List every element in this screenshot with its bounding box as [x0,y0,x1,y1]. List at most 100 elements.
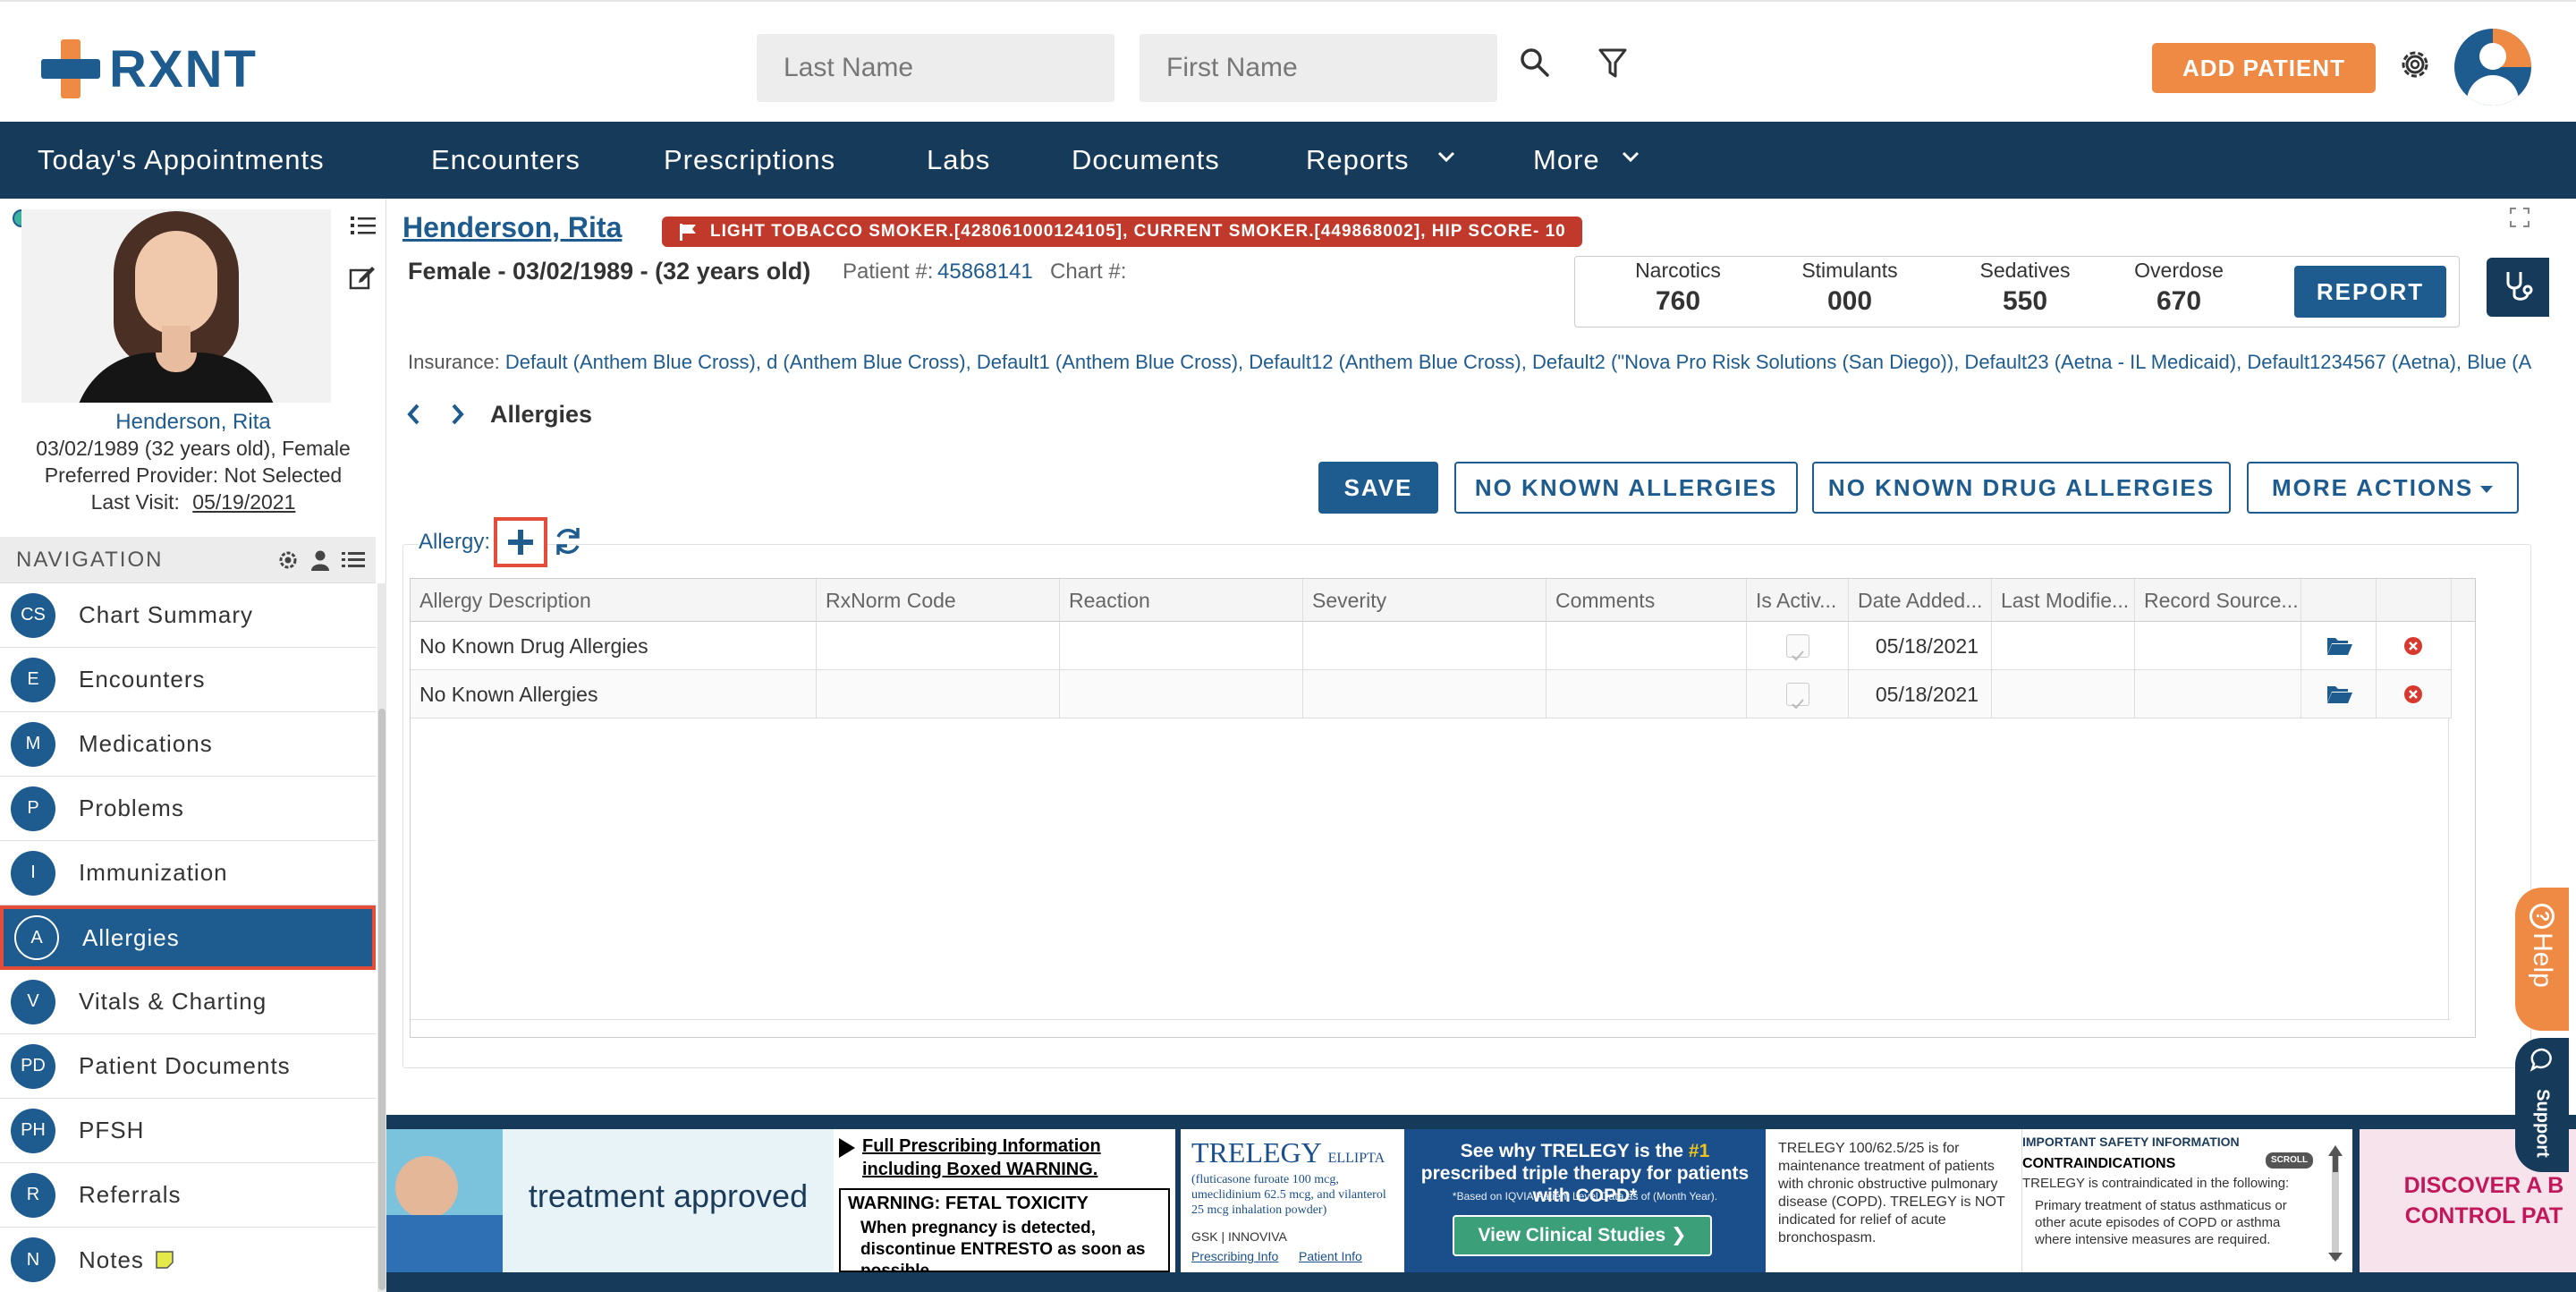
column-header[interactable]: Record Source... [2135,579,2301,622]
edit-icon[interactable] [349,265,376,290]
column-header[interactable]: Date Added... [1849,579,1992,622]
refresh-icon[interactable] [553,526,583,557]
patient-number[interactable]: 45868141 [937,259,1033,285]
column-header[interactable]: Is Activ... [1747,579,1849,622]
nav-reports[interactable]: Reports [1306,122,1410,199]
rxnt-logo[interactable]: RXNT [41,38,258,100]
sidebar-item-label: Notes [79,1245,144,1273]
grid-right-border [2448,718,2449,1019]
add-allergy-button[interactable] [494,517,547,567]
nav-user-icon[interactable] [309,549,331,571]
sidebar-item-abbr: R [11,1172,55,1218]
reports-chevron-down-icon[interactable] [1436,150,1456,163]
delete-icon[interactable] [2403,684,2423,704]
sticky-note-icon[interactable] [155,1250,174,1270]
date-added-cell: 05/18/2021 [1849,622,1992,670]
ad-trelegy[interactable]: TRELEGY ELLIPTA (fluticasone furoate 100… [1181,1129,1766,1272]
ad-swimmer-image [386,1129,503,1272]
more-chevron-down-icon[interactable] [1621,150,1640,163]
ad-trelegy-patient-link[interactable]: Patient Info [1299,1249,1362,1263]
save-button[interactable]: SAVE [1318,462,1438,514]
more-actions-button[interactable]: MORE ACTIONS [2247,462,2519,514]
pdmp-narcotics: Narcotics 760 [1602,259,1754,317]
patient-alert-badge[interactable]: LIGHT TOBACCO SMOKER.[428061000124105], … [662,217,1582,247]
chat-bubble-icon [2529,1048,2552,1072]
filter-icon[interactable] [1597,47,1628,81]
nav-list-icon[interactable] [342,549,365,571]
user-avatar[interactable] [2454,29,2531,106]
column-header[interactable]: Allergy Description [411,579,817,622]
sidebar-item-label: Problems [79,795,184,821]
sidebar-scrollbar[interactable] [377,583,386,1292]
first-name-input[interactable] [1140,34,1497,102]
checkmark-icon [1792,650,1804,661]
pdmp-report-button[interactable]: REPORT [2294,266,2446,318]
folder-open-icon[interactable] [2326,684,2353,704]
ad-entresto-link[interactable]: Full Prescribing Information including B… [862,1135,1166,1181]
expand-icon[interactable] [2510,208,2529,227]
pdmp-box: Narcotics 760 Stimulants 000 Sedatives 5… [1574,256,2460,327]
sidebar-item-pfsh[interactable]: PH PFSH [0,1099,376,1163]
insurance-list[interactable]: Default (Anthem Blue Cross), d (Anthem B… [505,351,2531,373]
nav-documents[interactable]: Documents [1072,122,1220,199]
last-visit: Last Visit: 05/19/2021 [0,490,386,514]
comments-cell [1546,622,1747,670]
column-header[interactable]: Last Modifie... [1992,579,2135,622]
last-visit-date[interactable]: 05/19/2021 [192,490,295,514]
column-header[interactable]: Reaction [1060,579,1303,622]
list-icon[interactable] [351,215,376,236]
ad-trelegy-pi-link[interactable]: Prescribing Info [1191,1249,1278,1263]
add-patient-button[interactable]: ADD PATIENT [2152,43,2376,93]
no-known-drug-allergies-button[interactable]: NO KNOWN DRUG ALLERGIES [1812,462,2231,514]
sidebar-item-problems[interactable]: P Problems [0,777,376,841]
is-active-checkbox[interactable] [1786,634,1809,661]
gear-icon[interactable] [2397,47,2433,82]
record-source-cell [2135,670,2301,718]
sidebar-item-medications[interactable]: M Medications [0,712,376,777]
sidebar-item-chart-summary[interactable]: CS Chart Summary [0,583,376,648]
ad-scrollbar[interactable] [2328,1145,2343,1262]
back-chevron-icon[interactable] [406,403,420,426]
ad-scroll-down-icon[interactable] [2326,1251,2344,1263]
help-tab[interactable]: Help ? [2515,888,2569,1031]
sidebar-item-referrals[interactable]: R Referrals [0,1163,376,1228]
column-header[interactable]: Comments [1546,579,1747,622]
main-nav-bar: Today's Appointments Encounters Prescrip… [0,122,2576,199]
ad-safety-info[interactable]: IMPORTANT SAFETY INFORMATION SCROLL CONT… [2021,1129,2352,1272]
support-tab[interactable]: Support [2515,1038,2569,1172]
no-known-allergies-button[interactable]: NO KNOWN ALLERGIES [1454,462,1798,514]
delete-icon[interactable] [2403,636,2423,656]
ad-view-clinical-studies-button[interactable]: View Clinical Studies ❯ [1453,1215,1712,1256]
sidebar-item-vitals[interactable]: V Vitals & Charting [0,970,376,1034]
nav-labs[interactable]: Labs [927,122,990,199]
nav-more[interactable]: More [1533,122,1600,199]
nav-settings-icon[interactable] [277,549,299,571]
pdmp-stat-label: Stimulants [1801,259,1898,282]
sidebar-item-notes[interactable]: N Notes [0,1228,376,1292]
sidebar-item-label: Immunization [79,859,228,886]
nav-todays-appointments[interactable]: Today's Appointments [38,122,325,199]
ad-trelegy-brand: TRELEGY ELLIPTA [1191,1136,1385,1169]
ad-trelegy-brand-name: TRELEGY [1191,1136,1321,1169]
ad-scroll-up-icon[interactable] [2326,1143,2344,1174]
stethoscope-button[interactable] [2487,258,2549,317]
sidebar-item-allergies[interactable]: A Allergies [0,905,376,970]
sidebar-item-encounters[interactable]: E Encounters [0,648,376,712]
patient-header-name[interactable]: Henderson, Rita [402,211,622,244]
last-name-input[interactable] [757,34,1114,102]
alert-text: LIGHT TOBACCO SMOKER.[428061000124105], … [710,222,1566,241]
is-active-checkbox[interactable] [1786,683,1809,710]
ad-entresto[interactable]: treatment approved Full Prescribing Info… [386,1129,1175,1272]
search-icon[interactable] [1519,47,1551,79]
patient-name-link[interactable]: Henderson, Rita [0,410,386,435]
column-header[interactable]: Severity [1303,579,1546,622]
column-header[interactable]: RxNorm Code [817,579,1060,622]
folder-open-icon[interactable] [2326,636,2353,656]
open-cell [2301,670,2377,718]
sidebar-item-patient-documents[interactable]: PD Patient Documents [0,1034,376,1099]
nav-encounters[interactable]: Encounters [431,122,580,199]
ad-trelegy-ingredients: (fluticasone furoate 100 mcg, umeclidini… [1191,1173,1386,1217]
sidebar-item-immunization[interactable]: I Immunization [0,841,376,905]
nav-prescriptions[interactable]: Prescriptions [664,122,835,199]
forward-chevron-icon[interactable] [451,403,465,426]
